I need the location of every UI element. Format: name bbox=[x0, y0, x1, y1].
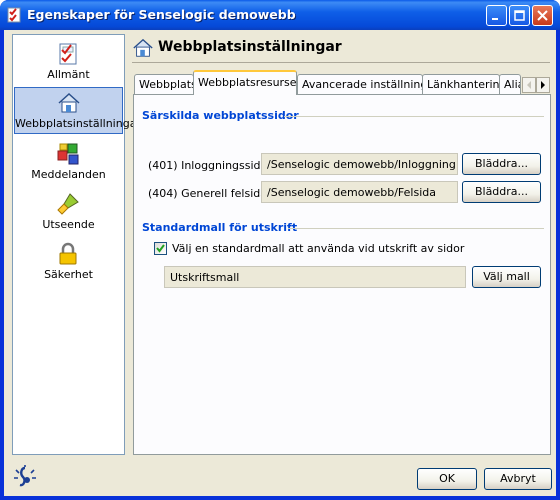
divider bbox=[132, 62, 550, 63]
checkmark-icon bbox=[156, 244, 165, 253]
choose-template-button[interactable]: Välj mall bbox=[472, 266, 541, 288]
minimize-button[interactable] bbox=[486, 5, 507, 26]
title-bar[interactable]: Egenskaper för Senselogic demowebb bbox=[0, 0, 560, 30]
sidebar-item-label: Webbplatsinställningar bbox=[15, 117, 141, 130]
browse-login-button[interactable]: Bläddra... bbox=[462, 153, 541, 175]
sidebar-item-label: Allmänt bbox=[47, 68, 90, 81]
maximize-button[interactable] bbox=[509, 5, 530, 26]
sidebar-item-utseende[interactable]: Utseende bbox=[14, 189, 123, 236]
sidebar-item-label: Utseende bbox=[42, 218, 95, 231]
sidebar-item-label: Säkerhet bbox=[44, 268, 93, 281]
error-page-field[interactable]: /Senselogic demowebb/Felsida bbox=[261, 181, 458, 203]
maximize-icon bbox=[514, 10, 525, 21]
print-template-field[interactable]: Utskriftsmall bbox=[164, 266, 466, 288]
properties-window: Egenskaper för Senselogic demowebb Allmä… bbox=[0, 0, 560, 500]
default-template-checkbox[interactable] bbox=[154, 242, 167, 255]
category-list: Allmänt Webbplatsinställningar Meddeland… bbox=[12, 34, 141, 455]
tab-scroll-left-button[interactable] bbox=[522, 77, 536, 93]
tab-webbplats[interactable]: Webbplats bbox=[134, 74, 194, 94]
ok-button[interactable]: OK bbox=[417, 468, 477, 490]
tab-scroll-right-button[interactable] bbox=[536, 77, 550, 93]
default-template-label: Välj en standardmall att använda vid uts… bbox=[172, 242, 465, 255]
special-pages-heading: Särskilda webbplatssidor bbox=[142, 109, 299, 122]
page-title: Webbplatsinställningar bbox=[158, 39, 342, 55]
tab-panel-webbplatsresurser: Särskilda webbplatssidor (401) Inloggnin… bbox=[133, 94, 551, 455]
sidebar-item-meddelanden[interactable]: Meddelanden bbox=[14, 139, 123, 186]
lock-icon bbox=[59, 242, 77, 265]
browse-error-button[interactable]: Bläddra... bbox=[462, 181, 541, 203]
sidebar-item-allmant[interactable]: Allmänt bbox=[14, 39, 123, 86]
close-button[interactable] bbox=[532, 5, 553, 26]
arrow-left-icon bbox=[527, 81, 531, 89]
window-title: Egenskaper för Senselogic demowebb bbox=[27, 7, 296, 22]
print-heading: Standardmall för utskrift bbox=[142, 221, 298, 234]
login-page-field[interactable]: /Senselogic demowebb/Inloggning bbox=[261, 153, 458, 175]
cancel-button[interactable]: Avbryt bbox=[484, 468, 552, 490]
minimize-icon bbox=[492, 18, 498, 20]
sidebar-item-label: Meddelanden bbox=[31, 168, 106, 181]
brush-icon bbox=[57, 193, 79, 215]
sidebar-item-webbplatsinstallningar[interactable]: Webbplatsinställningar bbox=[14, 87, 141, 134]
checklist-icon bbox=[7, 7, 21, 23]
checklist-icon bbox=[59, 43, 77, 65]
divider bbox=[284, 116, 544, 117]
tab-lankhantering[interactable]: Länkhantering bbox=[422, 74, 500, 94]
dialog-body: Allmänt Webbplatsinställningar Meddeland… bbox=[4, 30, 556, 496]
error-page-label: (404) Generell felsida: bbox=[148, 187, 271, 200]
shapes-icon bbox=[57, 143, 79, 165]
tab-alias[interactable]: Alia bbox=[499, 74, 521, 94]
house-icon bbox=[58, 92, 80, 113]
divider bbox=[288, 228, 544, 229]
sidebar-item-sakerhet[interactable]: Säkerhet bbox=[14, 239, 123, 286]
login-page-label: (401) Inloggningssida: bbox=[148, 159, 271, 172]
tab-webbplatsresurser[interactable]: Webbplatsresurser bbox=[193, 70, 297, 95]
house-icon bbox=[133, 38, 153, 57]
arrow-right-icon bbox=[541, 81, 545, 89]
senselogic-logo-icon bbox=[14, 465, 36, 487]
tab-avancerade-installningar[interactable]: Avancerade inställningar bbox=[297, 74, 423, 94]
close-icon bbox=[537, 10, 548, 21]
